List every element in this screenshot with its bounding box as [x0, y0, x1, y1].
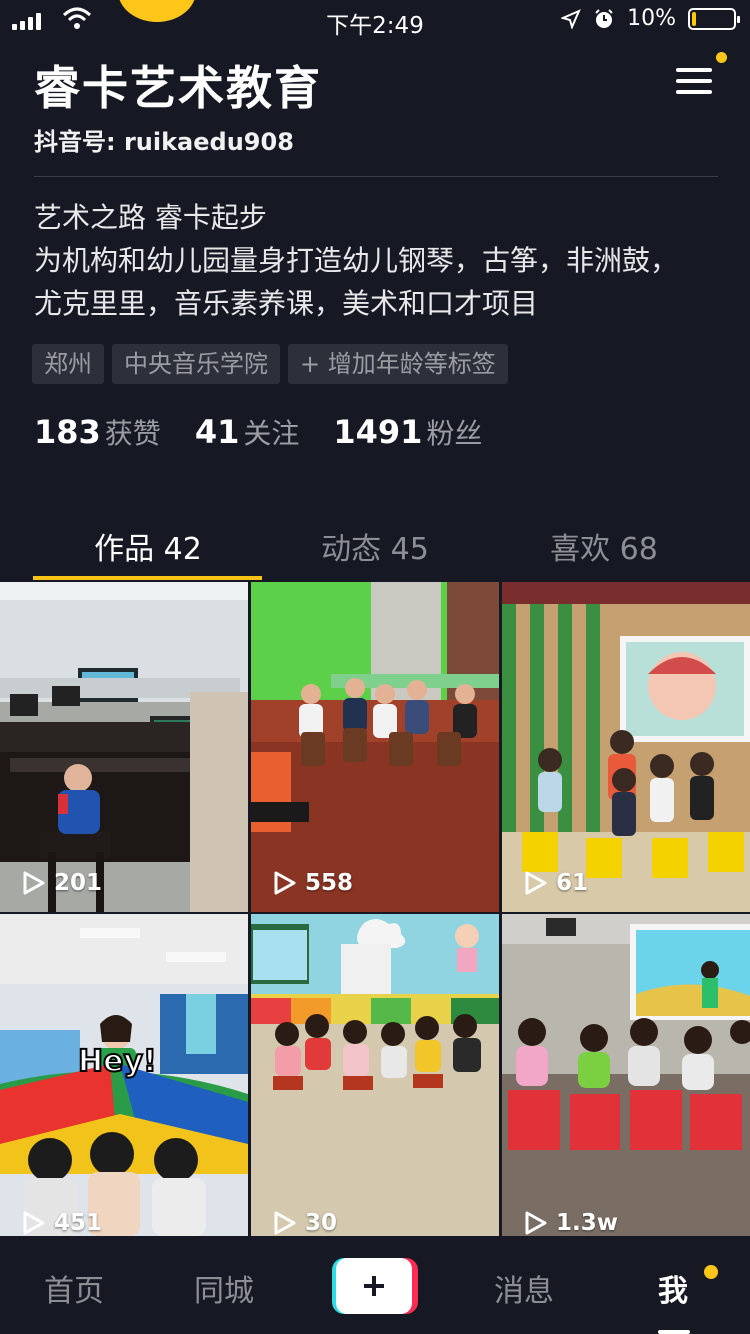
likes-count: 183 [34, 413, 101, 451]
play-icon [274, 871, 296, 895]
profile-tags: 郑州 中央音乐学院 + 增加年龄等标签 [32, 344, 508, 384]
video-thumbnail[interactable]: 61 [502, 582, 750, 912]
video-thumbnail-image [502, 914, 750, 1236]
video-thumbnail-image [502, 582, 750, 912]
following-count: 41 [194, 413, 240, 451]
play-count: 1.3w [524, 1210, 618, 1236]
tag-location[interactable]: 郑州 [32, 344, 104, 384]
play-count-value: 1.3w [556, 1210, 618, 1236]
following-label: 关注 [243, 417, 300, 450]
profile-name: 睿卡艺术教育 [34, 61, 322, 115]
video-thumbnail-image [251, 582, 499, 912]
likes-label: 获赞 [104, 417, 161, 450]
battery-icon [688, 7, 740, 30]
followers-count: 1491 [333, 413, 423, 451]
battery-percent: 10% [627, 6, 676, 31]
tab-underline [33, 576, 262, 580]
play-icon [23, 1211, 45, 1235]
video-thumbnail[interactable]: 201 [0, 582, 248, 912]
nav-nearby[interactable]: 同城 [194, 1266, 254, 1310]
status-bar: 下午2:49 10% [0, 0, 750, 40]
plus-icon [336, 1258, 412, 1314]
followers-label: 粉丝 [426, 417, 483, 450]
content-tabs: 作品 42 动态 45 喜欢 68 [0, 510, 750, 582]
nav-me[interactable]: 我 [658, 1266, 688, 1310]
tab-works[interactable]: 作品 42 [33, 524, 263, 568]
play-count: 61 [524, 870, 588, 896]
play-count: 30 [273, 1210, 337, 1236]
bio-line: 艺术之路 睿卡起步 [34, 201, 267, 234]
nav-home[interactable]: 首页 [44, 1266, 104, 1310]
play-count-value: 201 [54, 870, 103, 896]
video-caption: Hey! [77, 1043, 158, 1080]
video-thumbnail[interactable]: 558 [251, 582, 499, 912]
play-icon [525, 871, 547, 895]
video-thumbnail[interactable]: 30 [251, 914, 499, 1244]
play-count-value: 30 [305, 1210, 338, 1236]
play-count: 558 [273, 870, 353, 896]
menu-notification-dot [716, 52, 727, 63]
add-tag-button[interactable]: + 增加年龄等标签 [288, 344, 508, 384]
video-thumbnail-image [0, 582, 248, 912]
play-count-value: 451 [54, 1210, 103, 1236]
play-icon [525, 1211, 547, 1235]
location-icon [561, 8, 582, 29]
nav-notification-dot [704, 1265, 718, 1279]
play-icon [23, 871, 45, 895]
play-count: 201 [22, 870, 102, 896]
nav-messages[interactable]: 消息 [494, 1266, 554, 1310]
battery-level [692, 11, 696, 26]
tab-moments[interactable]: 动态 45 [260, 524, 490, 568]
profile-bio: 艺术之路 睿卡起步 为机构和幼儿园量身打造幼儿钢琴，古筝，非洲鼓，尤克里里，音乐… [34, 196, 694, 325]
play-count-value: 558 [305, 870, 354, 896]
likes-stat[interactable]: 183 获赞 [34, 412, 161, 452]
douyin-id: 抖音号: ruikaedu908 [34, 128, 294, 156]
followers-stat[interactable]: 1491 粉丝 [333, 412, 482, 452]
nav-active-indicator [658, 1330, 690, 1334]
play-count-value: 61 [556, 870, 589, 896]
tag-school[interactable]: 中央音乐学院 [112, 344, 280, 384]
tab-likes[interactable]: 喜欢 68 [489, 524, 719, 568]
video-thumbnail[interactable]: Hey! 451 [0, 914, 248, 1244]
alarm-icon [595, 8, 613, 28]
video-thumbnail-image [251, 914, 499, 1236]
play-icon [274, 1211, 296, 1235]
menu-icon[interactable] [676, 68, 712, 98]
bottom-nav: 首页 同城 消息 我 [0, 1236, 750, 1334]
profile-stats: 183 获赞 41 关注 1491 粉丝 [34, 412, 482, 452]
video-thumbnail[interactable]: 1.3w [502, 914, 750, 1244]
create-video-button[interactable] [332, 1258, 418, 1314]
divider [34, 176, 718, 177]
following-stat[interactable]: 41 关注 [195, 412, 300, 452]
bio-line: 为机构和幼儿园量身打造幼儿钢琴，古筝，非洲鼓，尤克里里，音乐素养课，美术和口才项… [34, 244, 679, 320]
play-count: 451 [22, 1210, 102, 1236]
